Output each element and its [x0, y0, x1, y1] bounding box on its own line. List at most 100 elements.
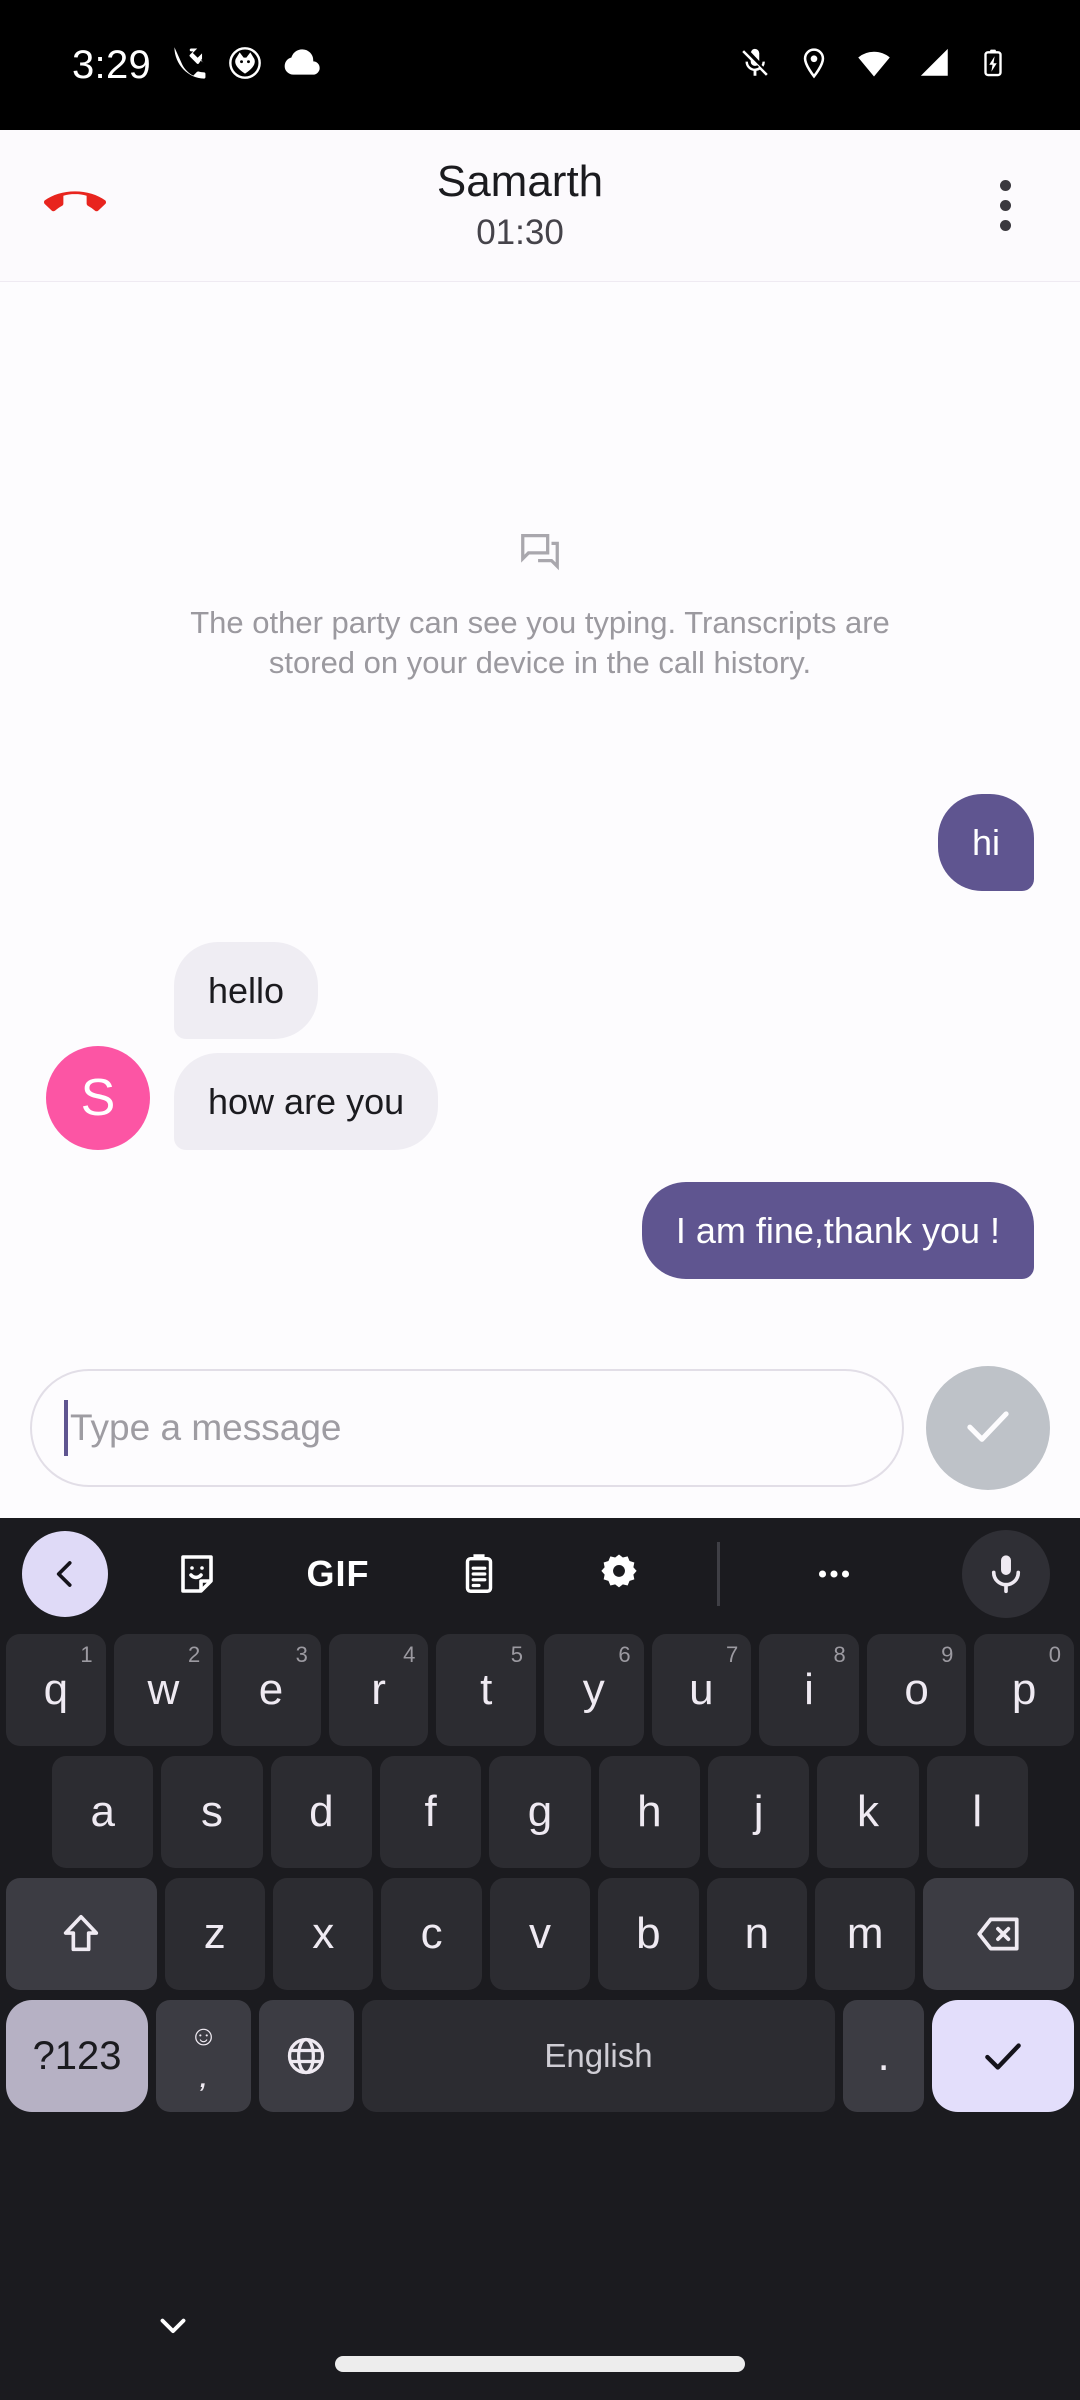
keyboard-row-1[interactable]: 1q2w3e4r5t6y7u8i9o0p [0, 1630, 1080, 1746]
keyboard-row-4[interactable]: ?123 ☺ , English . [0, 2000, 1080, 2112]
message-bubble-incoming: how are you [174, 1053, 439, 1150]
table-row[interactable]: S hello how are you [0, 942, 1080, 1150]
space-key[interactable]: English [361, 2000, 836, 2112]
status-bar-left: 3:29 [0, 43, 323, 88]
key-t[interactable]: 5t [436, 1634, 536, 1746]
location-icon [798, 47, 830, 84]
message-input[interactable]: Type a message [30, 1369, 904, 1487]
overflow-menu-button[interactable] [930, 130, 1080, 282]
contact-name: Samarth [436, 157, 604, 207]
key-hint-8: 8 [833, 1642, 846, 1667]
cloud-icon [283, 43, 323, 88]
key-p[interactable]: 0p [974, 1634, 1074, 1746]
sticker-icon[interactable] [154, 1531, 240, 1617]
home-indicator[interactable] [335, 2356, 745, 2372]
back-chevron-icon[interactable] [22, 1531, 108, 1617]
keyboard-row-3[interactable]: zxcvbnm [0, 1878, 1080, 1990]
key-label: r [371, 1665, 386, 1714]
key-c[interactable]: c [381, 1878, 482, 1990]
shift-key[interactable] [5, 1878, 157, 1990]
key-label: i [804, 1665, 814, 1714]
key-label: q [43, 1665, 69, 1714]
more-horizontal-icon[interactable] [791, 1531, 877, 1617]
backspace-key[interactable] [923, 1878, 1075, 1990]
key-label: t [480, 1665, 493, 1714]
on-screen-keyboard[interactable]: GIF 1 q 2 w 3 e 4 r 5 t 6 y 7 u 8 i 9 o … [0, 1518, 1080, 2248]
key-a[interactable]: a [52, 1756, 154, 1868]
key-hint-7: 7 [725, 1642, 739, 1667]
table-row[interactable]: hi [0, 794, 1080, 891]
key-g[interactable]: g [489, 1756, 591, 1868]
key-d[interactable]: d [270, 1756, 372, 1868]
key-s[interactable]: s [161, 1756, 263, 1868]
key-hint-9: 9 [941, 1642, 954, 1667]
key-i[interactable]: 8i [759, 1634, 859, 1746]
key-label: e [258, 1665, 284, 1714]
key-v[interactable]: v [489, 1878, 591, 1990]
message-bubble-outgoing: hi [937, 794, 1034, 891]
check-icon [959, 1397, 1017, 1460]
key-hint-6: 6 [618, 1642, 631, 1667]
key-y[interactable]: 6y [544, 1634, 644, 1746]
key-e[interactable]: 3e [221, 1634, 321, 1746]
microphone-icon[interactable] [961, 1530, 1050, 1618]
key-hint-2: 2 [187, 1642, 201, 1667]
key-x[interactable]: x [272, 1878, 374, 1990]
key-h[interactable]: h [598, 1756, 700, 1868]
more-vertical-icon [999, 200, 1011, 211]
key-label: p [1011, 1665, 1037, 1714]
toolbar-divider [716, 1542, 720, 1606]
table-row[interactable]: I am fine,thank you ! [0, 1182, 1080, 1279]
key-label: o [904, 1665, 929, 1714]
chat-transcript[interactable]: The other party can see you typing. Tran… [0, 282, 1080, 1338]
call-duration: 01:30 [476, 213, 564, 253]
key-m[interactable]: m [815, 1878, 916, 1990]
navigation-bar [0, 2248, 1080, 2400]
settings-gear-icon[interactable] [576, 1531, 662, 1617]
key-label: u [689, 1665, 714, 1714]
symbols-key[interactable]: ?123 [6, 2000, 149, 2112]
chevron-down-icon[interactable] [152, 2304, 194, 2351]
end-call-icon [44, 172, 106, 239]
message-input-bar: Type a message [0, 1338, 1080, 1518]
gif-icon[interactable]: GIF [295, 1531, 381, 1617]
key-u[interactable]: 7u [651, 1634, 752, 1746]
clipboard-icon[interactable] [436, 1531, 522, 1617]
more-vertical-icon [999, 220, 1011, 231]
avatar: S [46, 1046, 150, 1150]
transcript-info-text: The other party can see you typing. Tran… [190, 605, 890, 681]
key-n[interactable]: n [706, 1878, 808, 1990]
key-b[interactable]: b [598, 1878, 699, 1990]
emoji-comma-key[interactable]: ☺ , [156, 2000, 251, 2112]
key-z[interactable]: z [164, 1878, 265, 1990]
signal-icon [918, 46, 952, 85]
call-header: Samarth 01:30 [0, 130, 1080, 282]
wifi-icon [856, 45, 892, 86]
key-r[interactable]: 4r [328, 1634, 429, 1746]
mic-off-icon [738, 46, 772, 85]
transcript-info: The other party can see you typing. Tran… [0, 528, 1080, 684]
enter-key[interactable] [931, 2000, 1075, 2112]
send-button[interactable] [926, 1366, 1050, 1490]
key-k[interactable]: k [817, 1756, 919, 1868]
key-o[interactable]: 9o [866, 1634, 967, 1746]
period-key[interactable]: . [843, 2000, 924, 2112]
status-bar: 3:29 [0, 0, 1080, 130]
comma-label: , [200, 2066, 207, 2093]
incoming-message-stack: hello how are you [174, 942, 439, 1150]
key-l[interactable]: l [926, 1756, 1028, 1868]
keyboard-row-2[interactable]: asdfghjkl [0, 1756, 1080, 1868]
key-j[interactable]: j [707, 1756, 810, 1868]
key-f[interactable]: f [380, 1756, 482, 1868]
text-cursor [64, 1400, 68, 1456]
key-q[interactable]: 1q [6, 1634, 106, 1746]
more-vertical-icon [999, 180, 1011, 191]
globe-key[interactable] [258, 2000, 354, 2112]
message-bubble-incoming: hello [174, 942, 319, 1039]
message-input-placeholder: Type a message [70, 1407, 342, 1448]
key-w[interactable]: 2w [113, 1634, 214, 1746]
key-hint-3: 3 [295, 1642, 308, 1667]
keyboard-toolbar: GIF [0, 1518, 1080, 1630]
phone-screen: 3:29 Samarth 01:30 The other party can s… [0, 0, 1080, 2400]
status-bar-clock: 3:29 [72, 42, 152, 87]
